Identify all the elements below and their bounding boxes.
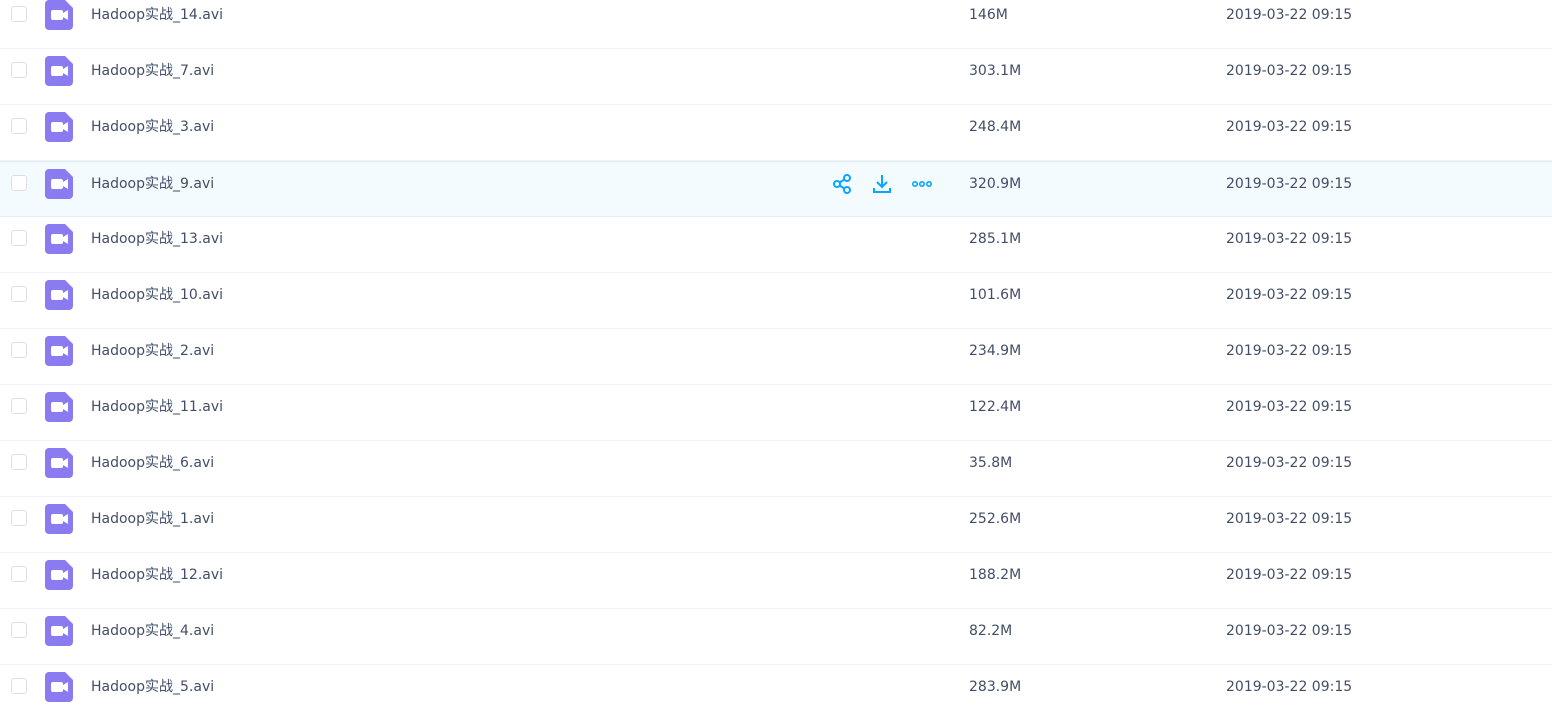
file-modified-date: 2019-03-22 09:15 <box>1226 287 1353 303</box>
file-name[interactable]: Hadoop实战_9.avi <box>91 173 214 195</box>
row-checkbox[interactable] <box>11 286 27 302</box>
file-row[interactable]: Hadoop实战_11.avi 122.4M 2019-03-22 09:15 <box>0 385 1552 441</box>
file-size: 303.1M <box>969 63 1022 79</box>
file-modified-date: 2019-03-22 09:15 <box>1226 119 1353 135</box>
video-camera-body <box>51 626 63 636</box>
file-name[interactable]: Hadoop实战_10.avi <box>91 284 223 306</box>
row-checkbox[interactable] <box>11 398 27 414</box>
video-camera-body <box>51 290 63 300</box>
video-camera-body <box>51 458 63 468</box>
file-size: 252.6M <box>969 511 1022 527</box>
file-row[interactable]: Hadoop实战_2.avi 234.9M 2019-03-22 09:15 <box>0 329 1552 385</box>
file-row[interactable]: Hadoop实战_14.avi 146M 2019-03-22 09:15 <box>0 0 1552 49</box>
video-file-icon <box>45 0 73 30</box>
file-modified-date: 2019-03-22 09:15 <box>1226 7 1353 23</box>
video-camera-body <box>51 346 63 356</box>
file-row[interactable]: Hadoop实战_6.avi 35.8M 2019-03-22 09:15 <box>0 441 1552 497</box>
video-file-icon <box>45 169 73 199</box>
file-modified-date: 2019-03-22 09:15 <box>1226 567 1353 583</box>
file-modified-date: 2019-03-22 09:15 <box>1226 63 1353 79</box>
video-camera-body <box>51 66 63 76</box>
file-modified-date: 2019-03-22 09:15 <box>1226 176 1353 192</box>
video-camera-body <box>51 402 63 412</box>
row-checkbox[interactable] <box>11 342 27 358</box>
file-list: Hadoop实战_14.avi 146M 2019-03-22 09:15 Ha… <box>0 0 1552 708</box>
video-file-icon <box>45 504 73 534</box>
video-camera-body <box>51 179 63 189</box>
file-name[interactable]: Hadoop实战_6.avi <box>91 452 214 474</box>
video-file-icon <box>45 224 73 254</box>
file-size: 320.9M <box>969 176 1022 192</box>
file-row[interactable]: Hadoop实战_3.avi 248.4M 2019-03-22 09:15 <box>0 105 1552 161</box>
more-icon <box>911 181 933 188</box>
file-row[interactable]: Hadoop实战_7.avi 303.1M 2019-03-22 09:15 <box>0 49 1552 105</box>
file-name[interactable]: Hadoop实战_3.avi <box>91 116 214 138</box>
file-name[interactable]: Hadoop实战_11.avi <box>91 396 223 418</box>
row-checkbox[interactable] <box>11 118 27 134</box>
file-row[interactable]: Hadoop实战_13.avi 285.1M 2019-03-22 09:15 <box>0 217 1552 273</box>
file-modified-date: 2019-03-22 09:15 <box>1226 511 1353 527</box>
row-checkbox[interactable] <box>11 678 27 694</box>
video-file-icon <box>45 392 73 422</box>
file-modified-date: 2019-03-22 09:15 <box>1226 399 1353 415</box>
file-name[interactable]: Hadoop实战_7.avi <box>91 60 214 82</box>
file-name[interactable]: Hadoop实战_4.avi <box>91 620 214 642</box>
download-button[interactable] <box>870 172 894 196</box>
file-size: 285.1M <box>969 231 1022 247</box>
video-file-icon <box>45 448 73 478</box>
file-size: 35.8M <box>969 455 1013 471</box>
video-camera-body <box>51 682 63 692</box>
file-size: 248.4M <box>969 119 1022 135</box>
file-row[interactable]: Hadoop实战_4.avi 82.2M 2019-03-22 09:15 <box>0 609 1552 665</box>
video-camera-body <box>51 514 63 524</box>
row-actions <box>830 172 950 196</box>
video-file-icon <box>45 56 73 86</box>
video-file-icon <box>45 280 73 310</box>
row-checkbox[interactable] <box>11 175 27 191</box>
video-camera-body <box>51 122 63 132</box>
file-size: 234.9M <box>969 343 1022 359</box>
file-name[interactable]: Hadoop实战_14.avi <box>91 4 223 26</box>
video-file-icon <box>45 616 73 646</box>
file-size: 146M <box>969 7 1008 23</box>
file-name[interactable]: Hadoop实战_1.avi <box>91 508 214 530</box>
file-size: 101.6M <box>969 287 1022 303</box>
file-row[interactable]: Hadoop实战_5.avi 283.9M 2019-03-22 09:15 <box>0 665 1552 708</box>
download-icon <box>873 175 891 193</box>
video-camera-body <box>51 10 63 20</box>
video-file-icon <box>45 560 73 590</box>
row-checkbox[interactable] <box>11 622 27 638</box>
row-checkbox[interactable] <box>11 230 27 246</box>
row-checkbox[interactable] <box>11 6 27 22</box>
share-button[interactable] <box>830 172 854 196</box>
row-checkbox[interactable] <box>11 454 27 470</box>
video-file-icon <box>45 672 73 702</box>
more-button[interactable] <box>910 172 934 196</box>
file-modified-date: 2019-03-22 09:15 <box>1226 679 1353 695</box>
video-camera-body <box>51 570 63 580</box>
share-icon <box>833 174 851 194</box>
file-size: 82.2M <box>969 623 1013 639</box>
file-size: 122.4M <box>969 399 1022 415</box>
file-name[interactable]: Hadoop实战_5.avi <box>91 676 214 698</box>
file-modified-date: 2019-03-22 09:15 <box>1226 343 1353 359</box>
row-checkbox[interactable] <box>11 62 27 78</box>
file-name[interactable]: Hadoop实战_12.avi <box>91 564 223 586</box>
video-camera-body <box>51 234 63 244</box>
file-modified-date: 2019-03-22 09:15 <box>1226 455 1353 471</box>
file-row[interactable]: Hadoop实战_10.avi 101.6M 2019-03-22 09:15 <box>0 273 1552 329</box>
file-name[interactable]: Hadoop实战_2.avi <box>91 340 214 362</box>
video-file-icon <box>45 112 73 142</box>
file-row[interactable]: Hadoop实战_12.avi 188.2M 2019-03-22 09:15 <box>0 553 1552 609</box>
row-checkbox[interactable] <box>11 566 27 582</box>
file-row[interactable]: Hadoop实战_1.avi 252.6M 2019-03-22 09:15 <box>0 497 1552 553</box>
file-modified-date: 2019-03-22 09:15 <box>1226 623 1353 639</box>
video-file-icon <box>45 336 73 366</box>
file-size: 283.9M <box>969 679 1022 695</box>
file-name[interactable]: Hadoop实战_13.avi <box>91 228 223 250</box>
file-size: 188.2M <box>969 567 1022 583</box>
row-checkbox[interactable] <box>11 510 27 526</box>
file-modified-date: 2019-03-22 09:15 <box>1226 231 1353 247</box>
file-row[interactable]: Hadoop实战_9.avi 320.9M 2019-03-22 09:15 <box>0 161 1552 217</box>
